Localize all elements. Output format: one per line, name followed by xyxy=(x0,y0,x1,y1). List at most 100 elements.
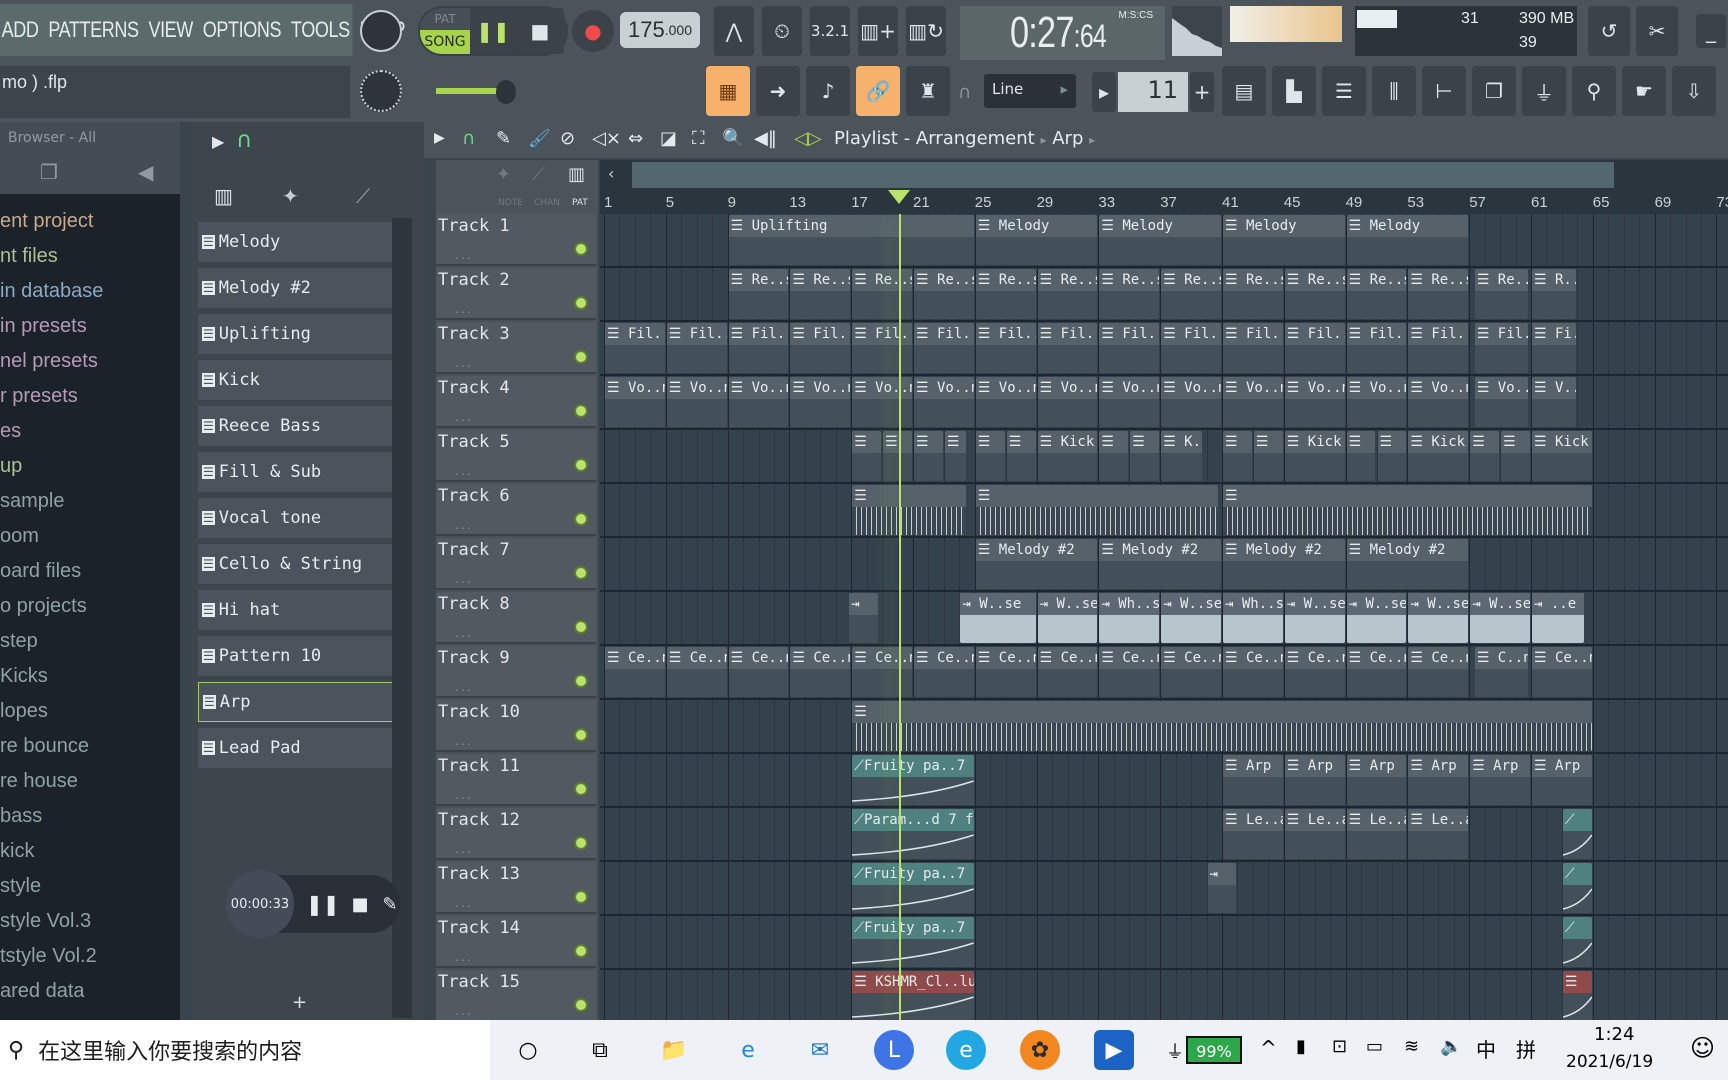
track-options[interactable]: ... xyxy=(454,521,472,532)
browser-item[interactable]: nt files xyxy=(0,245,58,268)
recorder-stop-icon[interactable]: ■ xyxy=(352,894,369,915)
pattern-prev-button[interactable]: ▸ xyxy=(1092,72,1116,112)
playlist-clip[interactable]: ⇥ ..e xyxy=(1532,593,1585,643)
playlist-clip[interactable]: ☰ Le..ad xyxy=(1284,809,1345,859)
mute-icon[interactable]: ◁× xyxy=(592,128,621,149)
track-mute-led[interactable] xyxy=(574,836,588,850)
browser-item[interactable]: oard files xyxy=(0,560,81,583)
playlist-clip[interactable]: ☰ Ce..ng xyxy=(1346,647,1407,697)
menu-tools[interactable]: TOOLS xyxy=(291,17,350,43)
countdown-button[interactable]: 3.2.1 xyxy=(810,6,850,56)
browser-item[interactable]: kick xyxy=(0,840,34,863)
battery-icon[interactable]: ▭ xyxy=(1366,1036,1383,1057)
playlist-clip[interactable]: ☰ Ce..ng xyxy=(1037,647,1098,697)
playlist-clip[interactable]: ☰ Fi.. xyxy=(1532,323,1577,373)
automation-icon[interactable]: ⟋ xyxy=(356,184,370,208)
playlist-clip[interactable]: ☰ Re..ss xyxy=(1408,269,1469,319)
playlist-clip[interactable]: ☰ Re..ss xyxy=(1284,269,1345,319)
track-mute-led[interactable] xyxy=(574,566,588,580)
playlist-clip[interactable]: ⇥ xyxy=(1207,863,1237,913)
playlist-clip[interactable]: ⇥ Wh..se xyxy=(1099,593,1160,643)
next-button[interactable]: ➜ xyxy=(756,66,800,116)
track-mute-led[interactable] xyxy=(574,998,588,1012)
pattern-item[interactable]: ☰ Melody xyxy=(198,222,400,262)
tab-pat[interactable]: PAT xyxy=(572,198,588,208)
overview-thumb[interactable] xyxy=(632,162,1614,188)
track-header[interactable]: Track 11... xyxy=(436,754,596,806)
pencil-icon[interactable]: ✎ xyxy=(496,128,511,149)
browser-item[interactable]: in presets xyxy=(0,315,87,338)
task-view-icon[interactable]: ⧉ xyxy=(580,1030,620,1070)
playlist-clip[interactable]: ☰ xyxy=(975,485,1218,535)
playlist-clip[interactable]: ☰ Melody xyxy=(975,215,1098,265)
recorder-pen-icon[interactable]: ✎ xyxy=(383,894,398,915)
browser-item[interactable]: bass xyxy=(0,805,42,828)
playlist-clip[interactable]: ☰ Melody #2 xyxy=(1099,539,1221,589)
playlist-clip[interactable]: ☰ Vo..ne xyxy=(1223,377,1283,427)
playlist-clip[interactable]: ⇥ W..se xyxy=(1408,593,1469,643)
playlist-clip[interactable]: ☰ Vo..ne xyxy=(975,377,1036,427)
playlist-clip[interactable]: ☰ Fil..ub xyxy=(914,323,974,373)
ime-language[interactable]: 中 xyxy=(1476,1034,1496,1063)
playlist-clip[interactable]: ⟋Param...d 7 freq xyxy=(852,809,974,859)
playlist-clip[interactable]: ☰ xyxy=(1223,485,1592,535)
tab-chan[interactable]: CHAN xyxy=(534,198,560,208)
pattern-item[interactable]: ☰ Lead Pad xyxy=(198,728,400,768)
metronome-button[interactable]: ⋀ xyxy=(714,6,754,56)
scroll-left-icon[interactable]: ‹ xyxy=(608,164,614,183)
usb-icon[interactable]: ▮ xyxy=(1296,1036,1306,1057)
playlist-clip[interactable]: ☰ xyxy=(1470,431,1500,481)
playlist-clip[interactable]: ⇥ W..se xyxy=(1161,593,1221,643)
taskbar-search[interactable]: ⚲ 在这里输入你要搜索的内容 xyxy=(0,1020,490,1080)
browser-item[interactable]: style xyxy=(0,875,41,898)
playlist-clip[interactable]: ☰ Vo..ne xyxy=(1346,377,1407,427)
browser-title[interactable]: Browser - All xyxy=(8,130,96,146)
track-options[interactable]: ... xyxy=(454,737,472,748)
playlist-clip[interactable]: ☰ xyxy=(1223,431,1252,481)
playlist-clip[interactable]: ☰ Ce..ng xyxy=(1161,647,1221,697)
playlist-clip[interactable]: ☰ Ce..ng xyxy=(975,647,1036,697)
pattern-item[interactable]: ☰ Cello & String xyxy=(198,544,400,584)
video-app-icon[interactable]: ▶ xyxy=(1094,1030,1134,1070)
menu-view[interactable]: VIEW xyxy=(148,17,193,43)
playlist-clip[interactable]: ☰ Re..ss xyxy=(1037,269,1098,319)
knob-button[interactable]: ♜ xyxy=(906,66,950,116)
pattern-item[interactable]: ☰ Uplifting xyxy=(198,314,400,354)
playlist-clip[interactable]: ☰ Le..ad xyxy=(1408,809,1469,859)
mixer-button[interactable]: ⫼ xyxy=(1372,66,1416,116)
waveform-icon[interactable]: ✦ xyxy=(282,184,299,208)
volume-icon[interactable]: 🔈 xyxy=(1440,1036,1462,1057)
playlist-clip[interactable]: ☰ Fil..ub xyxy=(1408,323,1469,373)
track-header[interactable]: Track 15... xyxy=(436,970,596,1022)
playlist-clip[interactable]: ☰ Kick xyxy=(1408,431,1469,481)
playlist-clip[interactable]: ☰ Fil..ub xyxy=(790,323,851,373)
pattern-item[interactable]: ☰ Reece Bass xyxy=(198,406,400,446)
playlist-magnet-icon[interactable]: ∩ xyxy=(462,128,475,149)
playlist-clip[interactable]: ☰ xyxy=(1099,431,1129,481)
add-pattern-button[interactable]: + xyxy=(1190,72,1214,112)
playlist-clip[interactable]: ☰ Fil..ub xyxy=(728,323,789,373)
playlist-clip[interactable]: ☰ Vo..ne xyxy=(914,377,974,427)
pattern-item[interactable]: ☰ Fill & Sub xyxy=(198,452,400,492)
pat-icon[interactable]: ▥ xyxy=(568,164,585,185)
piano-icon[interactable]: ▥ xyxy=(214,184,233,208)
browser-item[interactable]: style Vol.3 xyxy=(0,910,91,933)
playlist-clip[interactable]: ☰ Kick xyxy=(1284,431,1345,481)
playlist-clip[interactable]: ☰ Ce..ng xyxy=(852,647,912,697)
playlist-clip[interactable]: ☰ Melody xyxy=(1223,215,1345,265)
playlist-clip[interactable]: ☰ Ce..ng xyxy=(1099,647,1160,697)
chan-icon[interactable]: ⟋ xyxy=(532,164,545,185)
track-mute-led[interactable] xyxy=(574,782,588,796)
playlist-clip[interactable]: ☰ Melody #2 xyxy=(975,539,1098,589)
playlist-clip[interactable]: ☰ Fil..ub xyxy=(1037,323,1098,373)
track-header[interactable]: Track 4... xyxy=(436,376,596,428)
playlist-clip[interactable]: ☰ xyxy=(914,431,943,481)
track-mute-led[interactable] xyxy=(574,296,588,310)
fl-studio-icon[interactable]: ✿ xyxy=(1020,1030,1060,1070)
link-button[interactable]: 🔗 xyxy=(856,66,900,116)
stop-button[interactable]: ■ xyxy=(516,8,564,54)
playlist-clip[interactable]: ☰ Melody #2 xyxy=(1223,539,1345,589)
playlist-clip[interactable]: ☰ Ce..ng xyxy=(605,647,665,697)
tempo-display[interactable]: 175.000 xyxy=(620,12,700,48)
browser-item[interactable]: Kicks xyxy=(0,665,48,688)
